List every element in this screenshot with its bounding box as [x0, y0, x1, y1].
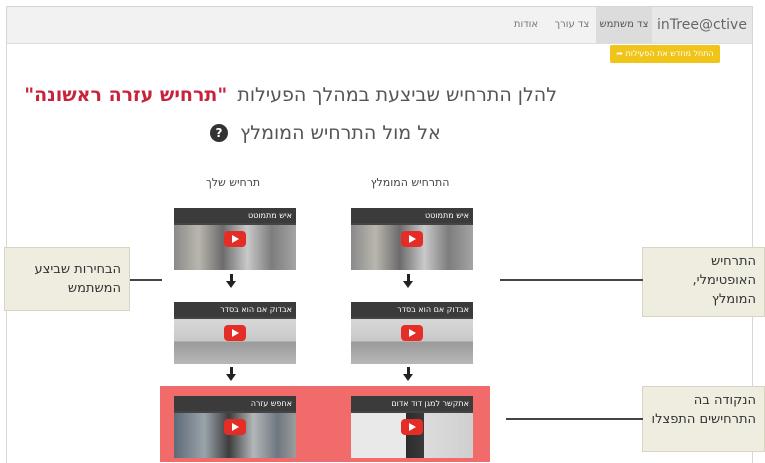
- play-icon[interactable]: [401, 419, 423, 435]
- recommended-step-card[interactable]: איש מתמוטט: [351, 208, 473, 270]
- restart-activity-button[interactable]: ➦ התחל מחדש את הפעילות: [610, 45, 720, 63]
- callout-user-choices: הבחירות שביצע המשתמש: [4, 247, 130, 311]
- callout-optimal-scenario: התרחיש האופטימלי, המומלץ: [642, 247, 765, 317]
- connector-line: [506, 418, 643, 420]
- tab-about[interactable]: אודות: [506, 7, 546, 43]
- step-caption: איש מתמוטט: [174, 208, 296, 223]
- step-caption: איש מתמוטט: [351, 208, 473, 223]
- user-step-card[interactable]: אחפש עזרה: [174, 396, 296, 458]
- scenario-name: "תרחיש עזרה ראשונה": [24, 84, 228, 106]
- play-icon[interactable]: [224, 325, 246, 341]
- down-arrow-icon: [403, 367, 415, 381]
- connector-line: [130, 279, 162, 281]
- connector-line: [500, 279, 643, 281]
- user-step-card[interactable]: אבדוק אם הוא בסדר: [174, 302, 296, 364]
- step-caption: אבדוק אם הוא בסדר: [174, 302, 296, 317]
- step-caption: אחפש עזרה: [174, 396, 296, 411]
- user-step-card[interactable]: איש מתמוטט: [174, 208, 296, 270]
- play-icon[interactable]: [224, 231, 246, 247]
- play-icon[interactable]: [224, 419, 246, 435]
- down-arrow-icon: [226, 274, 238, 288]
- column-header-yours: תרחיש שלך: [205, 176, 261, 189]
- subtitle-text: אל מול התרחיש המומלץ: [240, 122, 441, 144]
- top-navbar: inTree@ctive צד משתמש צד עורך אודות: [7, 7, 752, 44]
- callout-divergence-point: הנקודה בה התרחישים התפצלו: [642, 386, 765, 452]
- down-arrow-icon: [226, 367, 238, 381]
- page-subtitle: אל מול התרחיש המומלץ ?: [210, 122, 441, 144]
- recommended-step-card[interactable]: אבדוק אם הוא בסדר: [351, 302, 473, 364]
- refresh-icon: ➦: [616, 49, 623, 58]
- tab-user-side[interactable]: צד משתמש: [596, 7, 652, 43]
- page-title: להלן התרחיש שביצעת במהלך הפעילות "תרחיש …: [24, 84, 557, 106]
- column-header-recommended: התרחיש המומלץ: [370, 176, 450, 189]
- play-icon[interactable]: [401, 231, 423, 247]
- down-arrow-icon: [403, 274, 415, 288]
- tab-editor-side[interactable]: צד עורך: [550, 7, 594, 43]
- title-prefix: להלן התרחיש שביצעת במהלך הפעילות: [237, 84, 557, 106]
- recommended-step-card[interactable]: אתקשר למגן דוד אדום: [351, 396, 473, 458]
- play-icon[interactable]: [401, 325, 423, 341]
- step-caption: אבדוק אם הוא בסדר: [351, 302, 473, 317]
- help-icon[interactable]: ?: [210, 124, 228, 142]
- step-caption: אתקשר למגן דוד אדום: [351, 396, 473, 411]
- restart-label: התחל מחדש את הפעילות: [625, 49, 714, 58]
- brand-logo[interactable]: inTree@ctive: [652, 7, 752, 43]
